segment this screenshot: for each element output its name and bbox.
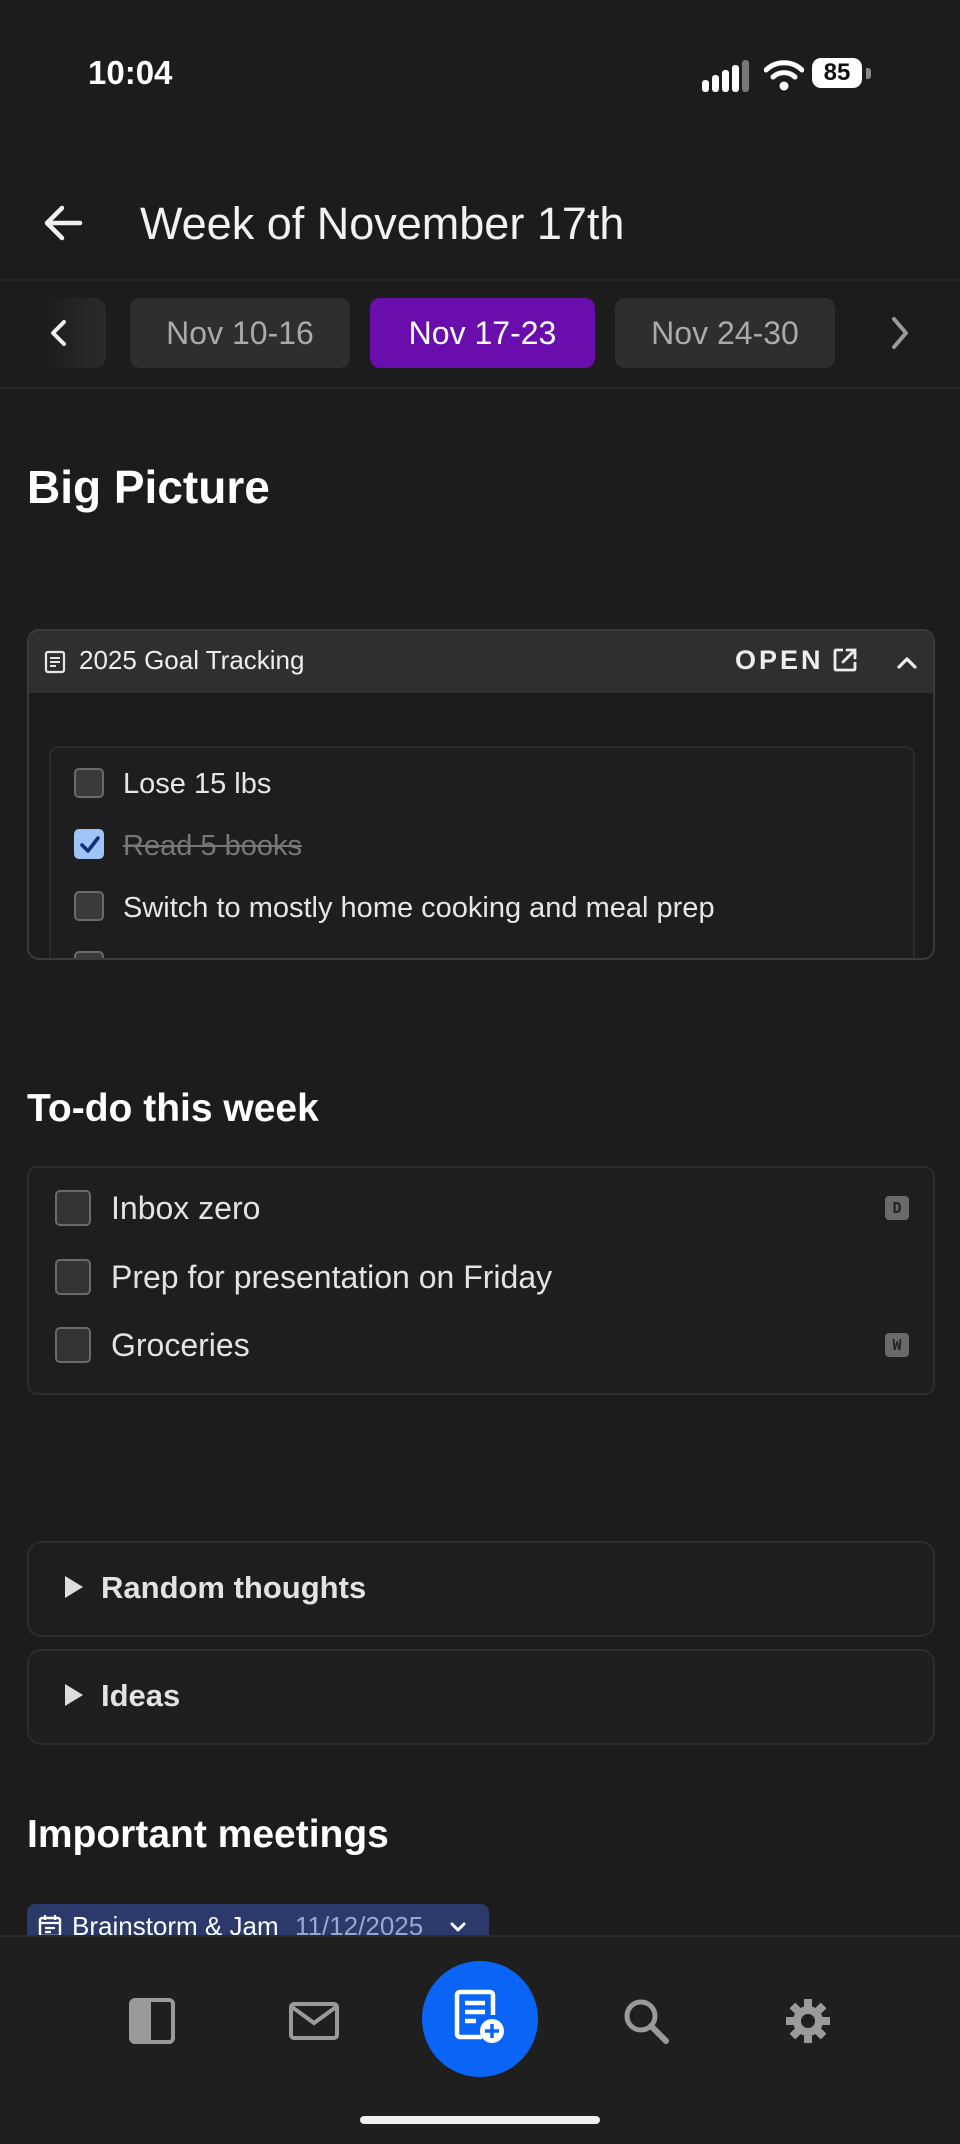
week-tab-nov-10-16[interactable]: Nov 10-16 <box>130 298 350 368</box>
sidebar-icon[interactable] <box>126 1995 178 2047</box>
page-title: Week of November 17th <box>140 198 625 249</box>
previous-week-button[interactable] <box>0 298 106 368</box>
checkmark-icon <box>80 836 100 853</box>
goal-checkbox[interactable] <box>74 768 104 798</box>
triangle-right-icon <box>65 1684 83 1706</box>
week-tab-nov-17-23[interactable]: Nov 17-23 <box>370 298 595 368</box>
todo-list: Inbox zero D Prep for presentation on Fr… <box>27 1166 935 1395</box>
section-heading-meetings: Important meetings <box>27 1813 389 1856</box>
embed-title: 2025 Goal Tracking <box>79 645 305 675</box>
goal-item-text: Switch to mostly home cooking and meal p… <box>123 892 715 924</box>
chevron-left-icon <box>51 320 66 346</box>
section-heading-big-picture: Big Picture <box>27 461 270 513</box>
open-embed-button[interactable]: OPEN <box>735 645 824 676</box>
week-tab-nov-24-30[interactable]: Nov 24-30 <box>615 298 835 368</box>
mail-icon[interactable] <box>288 1995 340 2047</box>
linked-page-embed: 2025 Goal Tracking OPEN Lose 15 lbs Read… <box>27 629 935 960</box>
goal-checkbox-checked[interactable] <box>74 829 104 859</box>
divider <box>0 279 960 281</box>
goal-item-text: Read 5 books <box>123 830 302 862</box>
embed-header: 2025 Goal Tracking OPEN <box>29 631 933 693</box>
toggle-random-thoughts[interactable]: Random thoughts <box>27 1541 935 1637</box>
battery-level: 85 <box>812 58 862 88</box>
goal-checkbox[interactable] <box>74 891 104 921</box>
todo-checkbox[interactable] <box>55 1190 91 1226</box>
new-note-icon <box>454 1989 504 2043</box>
goal-item-text: Lose 15 lbs <box>123 768 272 800</box>
triangle-right-icon <box>65 1576 83 1598</box>
chevron-right-icon[interactable] <box>880 310 920 356</box>
todo-item-text: Groceries <box>111 1327 250 1363</box>
goal-checkbox[interactable] <box>74 951 104 958</box>
home-indicator <box>360 2116 600 2124</box>
goal-list: Lose 15 lbs Read 5 books Switch to mostl… <box>49 746 915 958</box>
chevron-up-icon[interactable] <box>893 649 921 677</box>
todo-badge: D <box>885 1196 909 1220</box>
settings-icon[interactable] <box>782 1995 834 2047</box>
todo-checkbox[interactable] <box>55 1259 91 1295</box>
bottom-navigation <box>0 1935 960 2144</box>
todo-item-text: Prep for presentation on Friday <box>111 1259 553 1295</box>
toggle-ideas[interactable]: Ideas <box>27 1649 935 1745</box>
search-icon[interactable] <box>620 1995 672 2047</box>
todo-item-text: Inbox zero <box>111 1190 261 1226</box>
toggle-label: Random thoughts <box>101 1570 367 1605</box>
new-note-button[interactable] <box>422 1961 538 2077</box>
wifi-icon <box>764 60 804 91</box>
battery-icon: 85 <box>812 58 872 90</box>
status-time: 10:04 <box>88 54 173 91</box>
cell-signal-icon <box>702 60 749 92</box>
divider <box>0 387 960 389</box>
todo-badge: W <box>885 1333 909 1357</box>
external-link-icon[interactable] <box>831 646 859 674</box>
section-heading-todo: To-do this week <box>27 1087 319 1130</box>
document-icon <box>44 650 66 674</box>
todo-checkbox[interactable] <box>55 1327 91 1363</box>
toggle-label: Ideas <box>101 1678 181 1713</box>
back-arrow-icon[interactable] <box>40 200 86 246</box>
